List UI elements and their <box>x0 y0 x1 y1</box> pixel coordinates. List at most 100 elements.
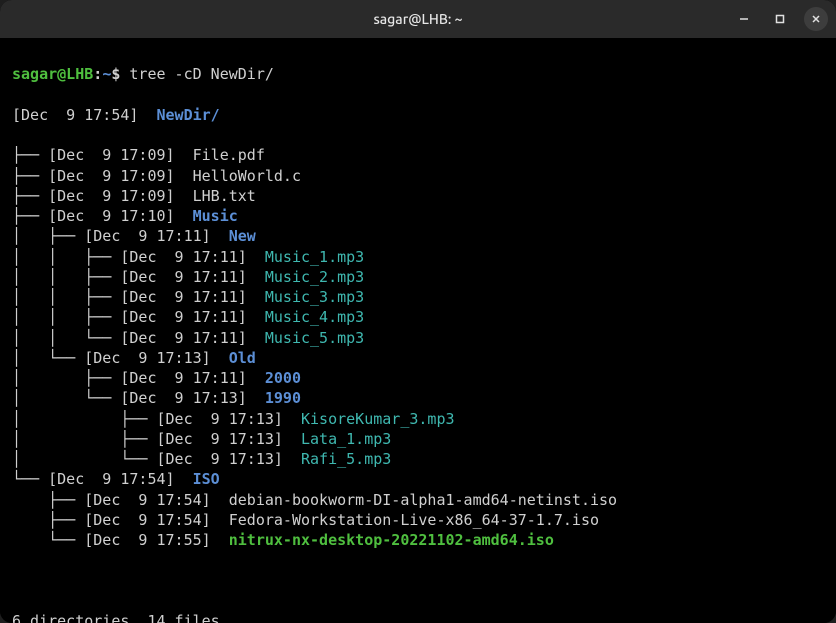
tree-date: [Dec 9 17:13] <box>157 410 302 428</box>
tree-entry: LHB.txt <box>193 187 256 205</box>
tree-date: [Dec 9 17:11] <box>120 248 265 266</box>
tree-prefix: └── <box>12 470 48 488</box>
terminal-body[interactable]: sagar@LHB:~$ tree -cD NewDir/ [Dec 9 17:… <box>0 38 836 623</box>
tree-date: [Dec 9 17:11] <box>120 268 265 286</box>
tree-line: │ │ ├── [Dec 9 17:11] Music_1.mp3 <box>12 247 824 267</box>
tree-entry: HelloWorld.c <box>193 167 301 185</box>
tree-prefix: ├── <box>12 207 48 225</box>
tree-entry: New <box>229 227 256 245</box>
tree-prefix: ├── <box>12 511 84 529</box>
minimize-button[interactable] <box>732 7 756 31</box>
tree-entry: 2000 <box>265 369 301 387</box>
root-name: NewDir/ <box>157 106 220 124</box>
prompt-user: sagar@LHB <box>12 65 93 83</box>
command-line: sagar@LHB:~$ tree -cD NewDir/ <box>12 64 824 84</box>
summary-line: 6 directories, 14 files <box>12 611 824 623</box>
tree-entry: Music_3.mp3 <box>265 288 364 306</box>
tree-entry: Old <box>229 349 256 367</box>
tree-prefix: │ │ ├── <box>12 288 120 306</box>
tree-prefix: ├── <box>12 146 48 164</box>
tree-date: [Dec 9 17:13] <box>84 349 229 367</box>
tree-prefix: ├── <box>12 491 84 509</box>
tree-prefix: ├── <box>12 187 48 205</box>
tree-date: [Dec 9 17:11] <box>120 369 265 387</box>
tree-line: │ │ ├── [Dec 9 17:11] Music_2.mp3 <box>12 267 824 287</box>
tree-line: ├── [Dec 9 17:54] debian-bookworm-DI-alp… <box>12 490 824 510</box>
root-date: [Dec 9 17:54] <box>12 106 157 124</box>
blank-line <box>12 571 824 591</box>
tree-entry: File.pdf <box>193 146 265 164</box>
tree-entry: Fedora-Workstation-Live-x86_64-37-1.7.is… <box>229 511 599 529</box>
window-title: sagar@LHB: ~ <box>373 11 462 27</box>
tree-entry: KisoreKumar_3.mp3 <box>301 410 455 428</box>
tree-prefix: │ ├── <box>12 227 84 245</box>
tree-line: ├── [Dec 9 17:54] Fedora-Workstation-Liv… <box>12 510 824 530</box>
tree-prefix: │ ├── <box>12 430 157 448</box>
tree-line: │ ├── [Dec 9 17:11] 2000 <box>12 368 824 388</box>
command-text: tree -cD NewDir/ <box>129 65 274 83</box>
close-button[interactable] <box>804 7 828 31</box>
tree-prefix: │ └── <box>12 450 157 468</box>
tree-date: [Dec 9 17:54] <box>48 470 193 488</box>
tree-entry: ISO <box>193 470 220 488</box>
prompt-path: ~ <box>102 65 111 83</box>
tree-line: │ ├── [Dec 9 17:13] Lata_1.mp3 <box>12 429 824 449</box>
tree-prefix: │ ├── <box>12 410 157 428</box>
tree-line: │ ├── [Dec 9 17:13] KisoreKumar_3.mp3 <box>12 409 824 429</box>
tree-prefix: │ ├── <box>12 369 120 387</box>
tree-entry: Music_5.mp3 <box>265 329 364 347</box>
tree-prefix: │ │ ├── <box>12 308 120 326</box>
tree-date: [Dec 9 17:54] <box>84 491 229 509</box>
tree-line: │ └── [Dec 9 17:13] Old <box>12 348 824 368</box>
tree-date: [Dec 9 17:13] <box>120 389 265 407</box>
titlebar: sagar@LHB: ~ <box>0 0 836 38</box>
tree-date: [Dec 9 17:09] <box>48 167 193 185</box>
tree-line: │ │ ├── [Dec 9 17:11] Music_4.mp3 <box>12 307 824 327</box>
tree-line: ├── [Dec 9 17:10] Music <box>12 206 824 226</box>
tree-entry: Rafi_5.mp3 <box>301 450 391 468</box>
tree-date: [Dec 9 17:09] <box>48 187 193 205</box>
tree-line: └── [Dec 9 17:55] nitrux-nx-desktop-2022… <box>12 530 824 550</box>
tree-prefix: │ └── <box>12 389 120 407</box>
window-controls <box>732 7 828 31</box>
prompt-dollar: $ <box>111 65 120 83</box>
tree-prefix: │ └── <box>12 349 84 367</box>
tree-line: │ └── [Dec 9 17:13] 1990 <box>12 388 824 408</box>
tree-prefix: │ │ ├── <box>12 268 120 286</box>
tree-line: │ │ ├── [Dec 9 17:11] Music_3.mp3 <box>12 287 824 307</box>
minimize-icon <box>738 13 750 25</box>
tree-entry: Music <box>193 207 238 225</box>
tree-date: [Dec 9 17:11] <box>120 288 265 306</box>
tree-line: └── [Dec 9 17:54] ISO <box>12 469 824 489</box>
tree-line: │ └── [Dec 9 17:13] Rafi_5.mp3 <box>12 449 824 469</box>
tree-date: [Dec 9 17:54] <box>84 511 229 529</box>
tree-prefix: │ │ ├── <box>12 248 120 266</box>
tree-prefix: ├── <box>12 167 48 185</box>
tree-entry: Music_2.mp3 <box>265 268 364 286</box>
tree-entry: Music_4.mp3 <box>265 308 364 326</box>
tree-entry: debian-bookworm-DI-alpha1-amd64-netinst.… <box>229 491 617 509</box>
maximize-button[interactable] <box>768 7 792 31</box>
tree-entry: 1990 <box>265 389 301 407</box>
tree-entry: nitrux-nx-desktop-20221102-amd64.iso <box>229 531 554 549</box>
tree-date: [Dec 9 17:11] <box>84 227 229 245</box>
tree-date: [Dec 9 17:13] <box>157 450 302 468</box>
tree-date: [Dec 9 17:11] <box>120 329 265 347</box>
maximize-icon <box>774 13 786 25</box>
tree-root: [Dec 9 17:54] NewDir/ <box>12 105 824 125</box>
prompt-colon: : <box>93 65 102 83</box>
tree-line: ├── [Dec 9 17:09] HelloWorld.c <box>12 166 824 186</box>
tree-date: [Dec 9 17:09] <box>48 146 193 164</box>
close-icon <box>810 13 822 25</box>
tree-date: [Dec 9 17:11] <box>120 308 265 326</box>
tree-prefix: └── <box>12 531 84 549</box>
tree-line: │ ├── [Dec 9 17:11] New <box>12 226 824 246</box>
tree-entry: Music_1.mp3 <box>265 248 364 266</box>
tree-line: ├── [Dec 9 17:09] LHB.txt <box>12 186 824 206</box>
tree-date: [Dec 9 17:55] <box>84 531 229 549</box>
tree-entry: Lata_1.mp3 <box>301 430 391 448</box>
tree-date: [Dec 9 17:10] <box>48 207 193 225</box>
tree-line: │ │ └── [Dec 9 17:11] Music_5.mp3 <box>12 328 824 348</box>
tree-date: [Dec 9 17:13] <box>157 430 302 448</box>
tree-output: ├── [Dec 9 17:09] File.pdf ├── [Dec 9 17:… <box>12 145 824 550</box>
